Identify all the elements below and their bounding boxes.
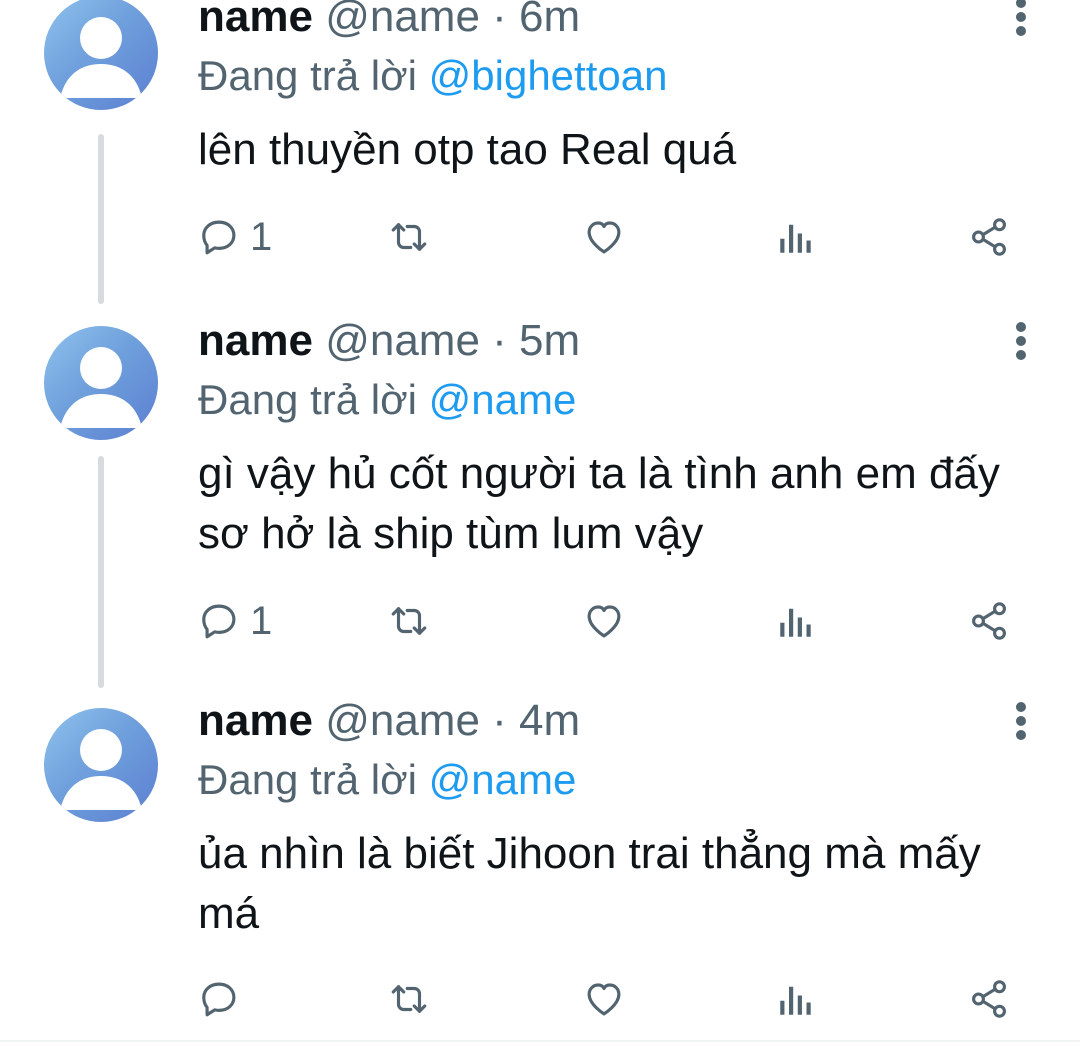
mention-link[interactable]: @name — [429, 756, 577, 803]
retweet-icon — [391, 607, 427, 635]
reply-count: 1 — [250, 599, 273, 643]
default-avatar-icon — [60, 17, 142, 98]
reply-icon — [202, 982, 236, 1017]
replying-prefix: Đang trả lời — [198, 52, 417, 99]
share-icon — [972, 980, 1006, 1018]
separator-dot: · — [492, 696, 507, 745]
replying-to: Đang trả lời @name — [198, 374, 576, 426]
default-avatar-icon — [60, 347, 142, 428]
replying-to: Đang trả lời @bighettoan — [198, 50, 667, 102]
like-button[interactable] — [582, 596, 636, 646]
mention-link[interactable]: @name — [429, 376, 577, 423]
tweet-actions: 1 — [198, 212, 1028, 262]
more-options-icon[interactable] — [1006, 0, 1036, 40]
tweet-text: gì vậy hủ cốt người ta là tình anh em đấ… — [198, 449, 1000, 558]
thread-line — [98, 456, 104, 688]
more-options-icon[interactable] — [1006, 318, 1036, 364]
retweet-button[interactable] — [386, 596, 442, 646]
like-button[interactable] — [582, 212, 636, 262]
timestamp[interactable]: 4m — [519, 696, 580, 745]
reply-icon — [202, 604, 236, 639]
display-name[interactable]: name — [198, 0, 313, 41]
tweet-actions — [198, 974, 1028, 1024]
share-button[interactable] — [968, 596, 1010, 646]
display-name[interactable]: name — [198, 696, 313, 745]
more-options-icon[interactable] — [1006, 698, 1036, 744]
avatar[interactable] — [44, 708, 158, 822]
retweet-icon — [391, 223, 427, 251]
mention-link[interactable]: @bighettoan — [429, 52, 668, 99]
share-button[interactable] — [968, 974, 1010, 1024]
tweet-actions: 1 — [198, 596, 1028, 646]
separator-dot: · — [492, 0, 507, 41]
tweet-text: ủa nhìn là biết Jihoon trai thẳng mà mấy… — [198, 829, 981, 938]
share-icon — [972, 602, 1006, 640]
views-button[interactable] — [778, 596, 814, 646]
timestamp[interactable]: 5m — [519, 316, 580, 365]
reply-button[interactable]: 1 — [198, 212, 272, 262]
tweet-3[interactable]: name @name · 4m Đang trả lời @name ủa nh… — [0, 696, 1080, 1044]
heart-icon — [587, 605, 621, 638]
tweet-header: name @name · 4m — [198, 696, 580, 746]
timestamp[interactable]: 6m — [519, 0, 580, 41]
retweet-button[interactable] — [386, 974, 442, 1024]
retweet-button[interactable] — [386, 212, 442, 262]
like-button[interactable] — [582, 974, 636, 1024]
heart-icon — [587, 983, 621, 1016]
reply-icon — [202, 220, 236, 255]
avatar[interactable] — [44, 0, 158, 110]
views-button[interactable] — [778, 974, 814, 1024]
share-button[interactable] — [968, 212, 1010, 262]
display-name[interactable]: name — [198, 316, 313, 365]
share-icon — [972, 218, 1006, 256]
user-handle[interactable]: @name — [325, 696, 480, 745]
tweet-header: name @name · 6m — [198, 0, 580, 42]
reply-button[interactable] — [198, 974, 250, 1024]
divider — [0, 1040, 1080, 1042]
reply-count: 1 — [250, 215, 273, 259]
analytics-icon — [780, 608, 811, 637]
tweet-1[interactable]: name @name · 6m Đang trả lời @bighettoan… — [0, 0, 1080, 320]
tweet-2[interactable]: name @name · 5m Đang trả lời @name gì vậ… — [0, 316, 1080, 702]
replying-prefix: Đang trả lời — [198, 756, 417, 803]
retweet-icon — [391, 985, 427, 1013]
user-handle[interactable]: @name — [325, 316, 480, 365]
default-avatar-icon — [60, 729, 142, 810]
tweet-header: name @name · 5m — [198, 316, 580, 366]
analytics-icon — [780, 986, 811, 1015]
replying-prefix: Đang trả lời — [198, 376, 417, 423]
avatar[interactable] — [44, 326, 158, 440]
reply-button[interactable]: 1 — [198, 596, 272, 646]
analytics-icon — [780, 224, 811, 253]
thread-line — [98, 134, 104, 304]
heart-icon — [587, 221, 621, 254]
separator-dot: · — [492, 316, 507, 365]
replying-to: Đang trả lời @name — [198, 754, 576, 806]
user-handle[interactable]: @name — [325, 0, 480, 41]
tweet-text: lên thuyền otp tao Real quá — [198, 125, 737, 174]
views-button[interactable] — [778, 212, 814, 262]
